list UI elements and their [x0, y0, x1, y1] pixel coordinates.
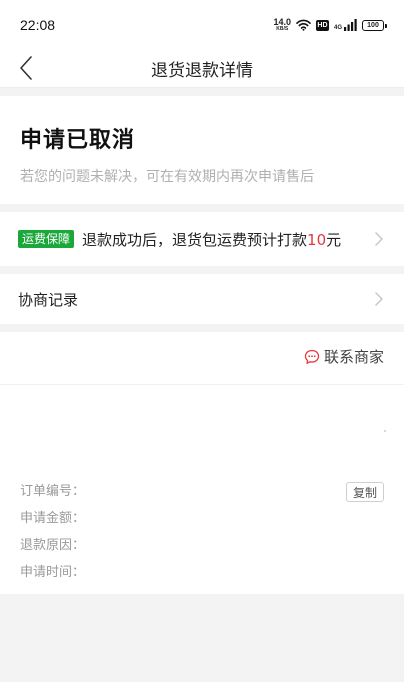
contact-merchant-button[interactable]: 联系商家 — [304, 346, 384, 367]
refund-detail-card: 联系商家 订单编号： 申请金额： 退款原因： 申请时间： 复制 — [0, 332, 404, 594]
chevron-left-icon — [20, 56, 32, 80]
status-icons: 14.0 KB/S HD 4G 100 — [273, 16, 387, 35]
status-time: 22:08 — [20, 17, 56, 33]
shipping-guarantee-badge: 运费保障 — [18, 229, 75, 249]
chat-bubble-icon — [304, 349, 320, 364]
shipping-amount: 10 — [307, 230, 327, 249]
wifi-icon — [296, 16, 311, 35]
battery-icon: 100 — [362, 19, 387, 31]
nav-bar: 退货退款详情 — [0, 50, 404, 88]
shipping-unit: 元 — [326, 230, 342, 249]
signal-label: 4G — [333, 25, 342, 31]
refund-reason-label: 退款原因： — [20, 538, 86, 553]
status-bar: 22:08 14.0 KB/S HD 4G 100 — [0, 0, 404, 50]
negotiation-record-row[interactable]: 协商记录 — [0, 274, 404, 324]
decorative-dot — [384, 430, 386, 432]
network-speed-unit: KB/S — [276, 26, 289, 32]
cellular-signal-icon: 4G — [334, 19, 357, 31]
shipping-guarantee-text: 退款成功后，退货包运费预计打款10元 — [82, 229, 374, 250]
apply-time-label: 申请时间： — [20, 565, 86, 580]
page-title: 退货退款详情 — [151, 61, 253, 81]
chevron-right-icon — [375, 292, 383, 306]
status-subtitle: 若您的问题未解决，可在有效期内再次申请售后 — [20, 169, 314, 185]
hd-icon: HD — [315, 19, 329, 31]
order-number-label: 订单编号： — [20, 484, 86, 499]
refund-info-list: 订单编号： 申请金额： 退款原因： 申请时间： — [20, 482, 85, 590]
status-title: 申请已取消 — [20, 128, 136, 153]
negotiation-record-label: 协商记录 — [18, 290, 79, 309]
refund-status-card: 申请已取消 若您的问题未解决，可在有效期内再次申请售后 — [0, 96, 404, 204]
shipping-guarantee-row[interactable]: 运费保障 退款成功后，退货包运费预计打款10元 — [0, 212, 404, 266]
apply-amount-label: 申请金额： — [20, 511, 86, 526]
back-button[interactable] — [12, 52, 40, 84]
shipping-text-main: 退款成功后，退货包运费预计打款 — [82, 230, 308, 249]
chevron-right-icon — [375, 232, 383, 246]
divider — [0, 384, 404, 385]
network-speed: 14.0 KB/S — [273, 18, 291, 32]
contact-merchant-label: 联系商家 — [323, 348, 384, 366]
copy-order-number-button[interactable]: 复制 — [346, 482, 384, 502]
